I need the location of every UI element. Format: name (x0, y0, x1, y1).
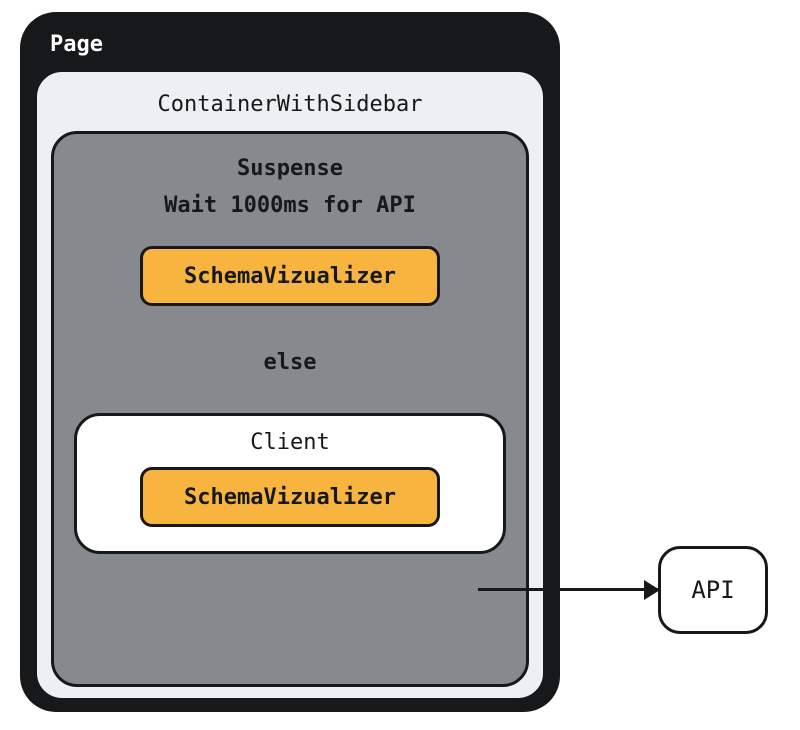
else-label: else (264, 350, 317, 375)
schema-vizualizer-server: SchemaVizualizer (140, 246, 440, 306)
suspense-wait-label: Wait 1000ms for API (164, 193, 416, 218)
container-with-sidebar-box: ContainerWithSidebar Suspense Wait 1000m… (34, 69, 546, 701)
page-title: Page (34, 26, 546, 69)
schema-vizualizer-client: SchemaVizualizer (140, 467, 440, 527)
schema-vizualizer-server-label: SchemaVizualizer (184, 264, 396, 289)
container-title: ContainerWithSidebar (51, 86, 529, 131)
suspense-box: Suspense Wait 1000ms for API SchemaVizua… (51, 131, 529, 687)
suspense-title: Suspense (237, 156, 343, 181)
client-box: Client SchemaVizualizer (74, 413, 506, 554)
arrow-to-api-icon (478, 588, 658, 591)
page-box: Page ContainerWithSidebar Suspense Wait … (20, 12, 560, 712)
schema-vizualizer-client-label: SchemaVizualizer (184, 485, 396, 510)
api-box: API (658, 546, 768, 634)
client-title: Client (250, 430, 329, 461)
api-label: API (691, 576, 734, 604)
